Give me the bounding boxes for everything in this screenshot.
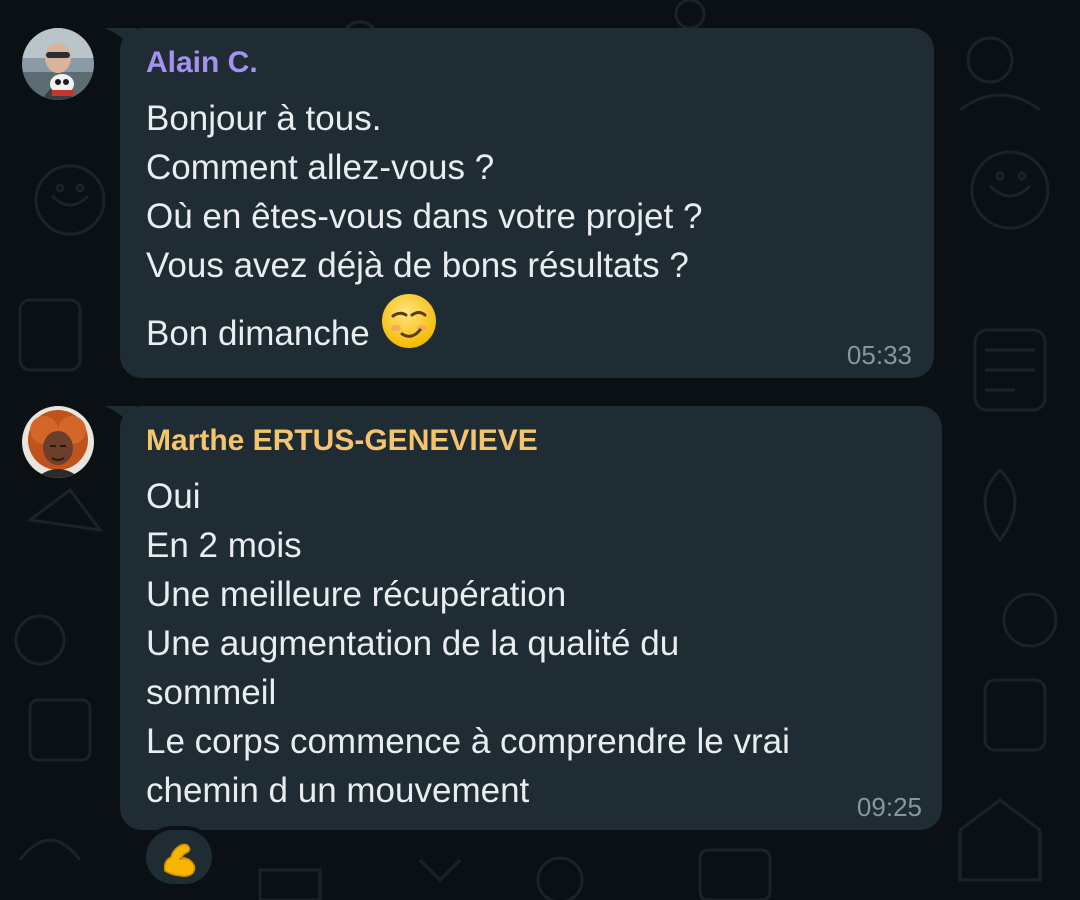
avatar-alain[interactable] xyxy=(22,28,94,100)
message-line: Vous avez déjà de bons résultats ? xyxy=(146,246,689,285)
message-time: 05:33 xyxy=(846,340,912,370)
message-line-with-emoji: Bon dimanche xyxy=(146,294,702,360)
message-line: Où en êtes-vous dans votre projet ? xyxy=(146,197,703,236)
message-line: Bonjour à tous. xyxy=(146,99,382,138)
message-line: Oui xyxy=(146,477,201,516)
message-line: Comment allez-vous ? xyxy=(146,148,495,187)
message-line: Bon dimanche xyxy=(146,313,370,353)
bubble-tail xyxy=(104,28,136,54)
message-bubble-marthe[interactable]: Marthe ERTUS-GENEVIEVE Oui En 2 mois Une… xyxy=(104,406,942,830)
message-time: 09:25 xyxy=(856,792,922,822)
message-bubble-alain[interactable]: Alain C. Bonjour à tous. Comment allez-v… xyxy=(104,28,934,378)
smirking-face-emoji-icon xyxy=(380,292,438,371)
message-text: Bonjour à tous. Comment allez-vous ? Où … xyxy=(146,94,702,360)
message-text: Oui En 2 mois Une meilleure récupération… xyxy=(146,472,790,815)
message-line: Le corps commence à comprendre le vrai xyxy=(146,722,790,761)
message-row-marthe: Marthe ERTUS-GENEVIEVE Oui En 2 mois Une… xyxy=(0,390,1080,900)
sender-name[interactable]: Alain C. xyxy=(146,46,258,80)
message-line: En 2 mois xyxy=(146,526,302,565)
sender-name[interactable]: Marthe ERTUS-GENEVIEVE xyxy=(146,424,538,458)
reaction-pill[interactable] xyxy=(142,826,216,888)
message-row-alain: Alain C. Bonjour à tous. Comment allez-v… xyxy=(0,0,1080,390)
message-line: sommeil xyxy=(146,673,277,712)
avatar-marthe[interactable] xyxy=(22,406,94,478)
message-line: Une meilleure récupération xyxy=(146,575,567,614)
avatar-photo-man-with-dog-icon xyxy=(22,28,94,100)
bubble-tail xyxy=(104,406,136,432)
message-line: Une augmentation de la qualité du xyxy=(146,624,680,663)
avatar-photo-woman-red-hair-icon xyxy=(22,406,94,478)
flexed-biceps-emoji-icon xyxy=(163,843,196,877)
message-line: chemin d un mouvement xyxy=(146,771,530,810)
